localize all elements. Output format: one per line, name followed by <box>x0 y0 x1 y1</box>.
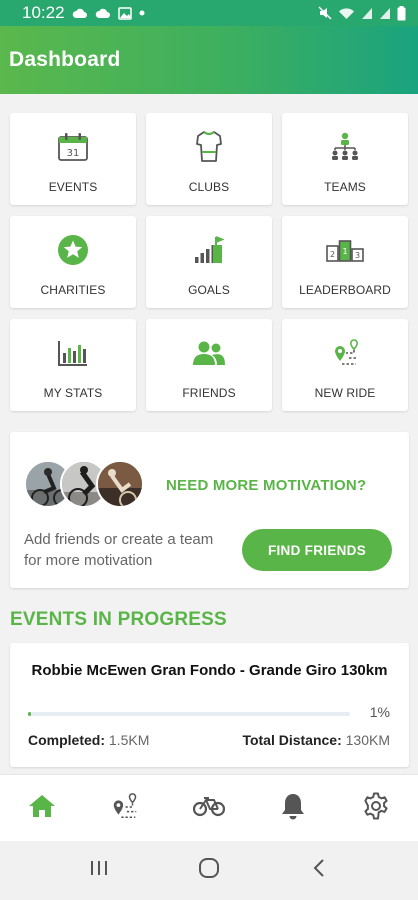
podium-icon: 2 1 3 <box>326 233 364 267</box>
completed-value: 1.5KM <box>108 732 150 748</box>
dot-icon <box>139 10 145 16</box>
bar-chart-icon <box>57 336 89 370</box>
bottom-nav <box>0 774 418 841</box>
motivation-text: Add friends or create a team for more mo… <box>24 531 214 569</box>
nav-routes[interactable] <box>95 783 155 833</box>
tile-leaderboard[interactable]: 2 1 3 LEADERBOARD <box>282 216 408 308</box>
page-title: Dashboard <box>9 48 121 71</box>
total-value: 130KM <box>345 732 390 748</box>
wifi-icon <box>338 7 355 20</box>
nav-notifications[interactable] <box>263 783 323 833</box>
jersey-icon <box>194 130 224 164</box>
motivation-card: NEED MORE MOTIVATION? Add friends or cre… <box>10 432 409 588</box>
tile-label: TEAMS <box>324 180 366 194</box>
goal-bars-flag-icon <box>194 233 224 267</box>
tile-label: CHARITIES <box>40 283 106 297</box>
status-bar: 10:22 <box>0 0 418 26</box>
route-pin-icon <box>329 336 361 370</box>
bike-icon <box>192 795 226 822</box>
cloud-icon <box>72 8 88 19</box>
svg-text:1: 1 <box>342 247 347 256</box>
people-icon <box>192 336 226 370</box>
dashboard-grid: 31 EVENTS CLUBS TEAMS CHARITIES GOALS 2 … <box>10 113 409 411</box>
total-label: Total Distance: <box>242 732 342 748</box>
team-hierarchy-icon <box>329 130 361 164</box>
back-button[interactable] <box>289 851 349 891</box>
cloud-icon <box>95 8 111 19</box>
completed-distance: Completed: 1.5KM <box>28 732 149 748</box>
total-distance: Total Distance: 130KM <box>242 732 390 748</box>
tile-label: NEW RIDE <box>314 386 376 400</box>
star-badge-icon <box>57 233 89 267</box>
mute-icon <box>318 6 332 20</box>
progress-bar <box>28 712 350 716</box>
find-friends-button[interactable]: FIND FRIENDS <box>242 529 392 571</box>
nav-ride[interactable] <box>179 783 239 833</box>
settings-icon <box>362 792 390 825</box>
system-nav-bar <box>0 841 418 900</box>
svg-text:3: 3 <box>355 251 360 260</box>
tile-goals[interactable]: GOALS <box>146 216 272 308</box>
tile-charities[interactable]: CHARITIES <box>10 216 136 308</box>
avatar-group <box>24 460 146 510</box>
home-circle-icon <box>198 857 220 884</box>
image-icon <box>117 6 132 20</box>
tile-label: LEADERBOARD <box>299 283 391 297</box>
motivation-heading: NEED MORE MOTIVATION? <box>166 477 367 494</box>
tile-label: EVENTS <box>48 180 98 194</box>
back-icon <box>312 858 326 883</box>
route-icon <box>110 791 140 826</box>
tile-label: FRIENDS <box>182 386 236 400</box>
recent-apps-button[interactable] <box>69 851 129 891</box>
tile-clubs[interactable]: CLUBS <box>146 113 272 205</box>
recent-apps-icon <box>89 859 109 882</box>
battery-icon <box>397 5 406 21</box>
progress-fill <box>28 712 32 716</box>
signal-icon <box>379 7 391 20</box>
tile-label: MY STATS <box>43 386 103 400</box>
nav-home[interactable] <box>12 783 72 833</box>
events-section-title: EVENTS IN PROGRESS <box>10 609 227 630</box>
progress-percent: 1% <box>369 704 390 720</box>
tile-new-ride[interactable]: NEW RIDE <box>282 319 408 411</box>
status-time: 10:22 <box>22 3 65 22</box>
svg-text:2: 2 <box>330 250 335 259</box>
tile-teams[interactable]: TEAMS <box>282 113 408 205</box>
system-home-button[interactable] <box>179 851 239 891</box>
event-name: Robbie McEwen Gran Fondo - Grande Giro 1… <box>31 662 388 679</box>
svg-text:31: 31 <box>67 148 80 159</box>
completed-label: Completed: <box>28 732 105 748</box>
tile-label: CLUBS <box>188 180 230 194</box>
avatar <box>96 460 144 508</box>
tile-events[interactable]: 31 EVENTS <box>10 113 136 205</box>
home-icon <box>28 793 56 824</box>
tile-my-stats[interactable]: MY STATS <box>10 319 136 411</box>
tile-label: GOALS <box>188 283 230 297</box>
app-bar: Dashboard <box>0 26 418 94</box>
event-card[interactable]: Robbie McEwen Gran Fondo - Grande Giro 1… <box>10 643 409 767</box>
calendar-icon: 31 <box>57 130 89 164</box>
nav-settings[interactable] <box>346 783 406 833</box>
signal-icon <box>361 7 373 20</box>
bell-icon <box>280 792 306 825</box>
tile-friends[interactable]: FRIENDS <box>146 319 272 411</box>
